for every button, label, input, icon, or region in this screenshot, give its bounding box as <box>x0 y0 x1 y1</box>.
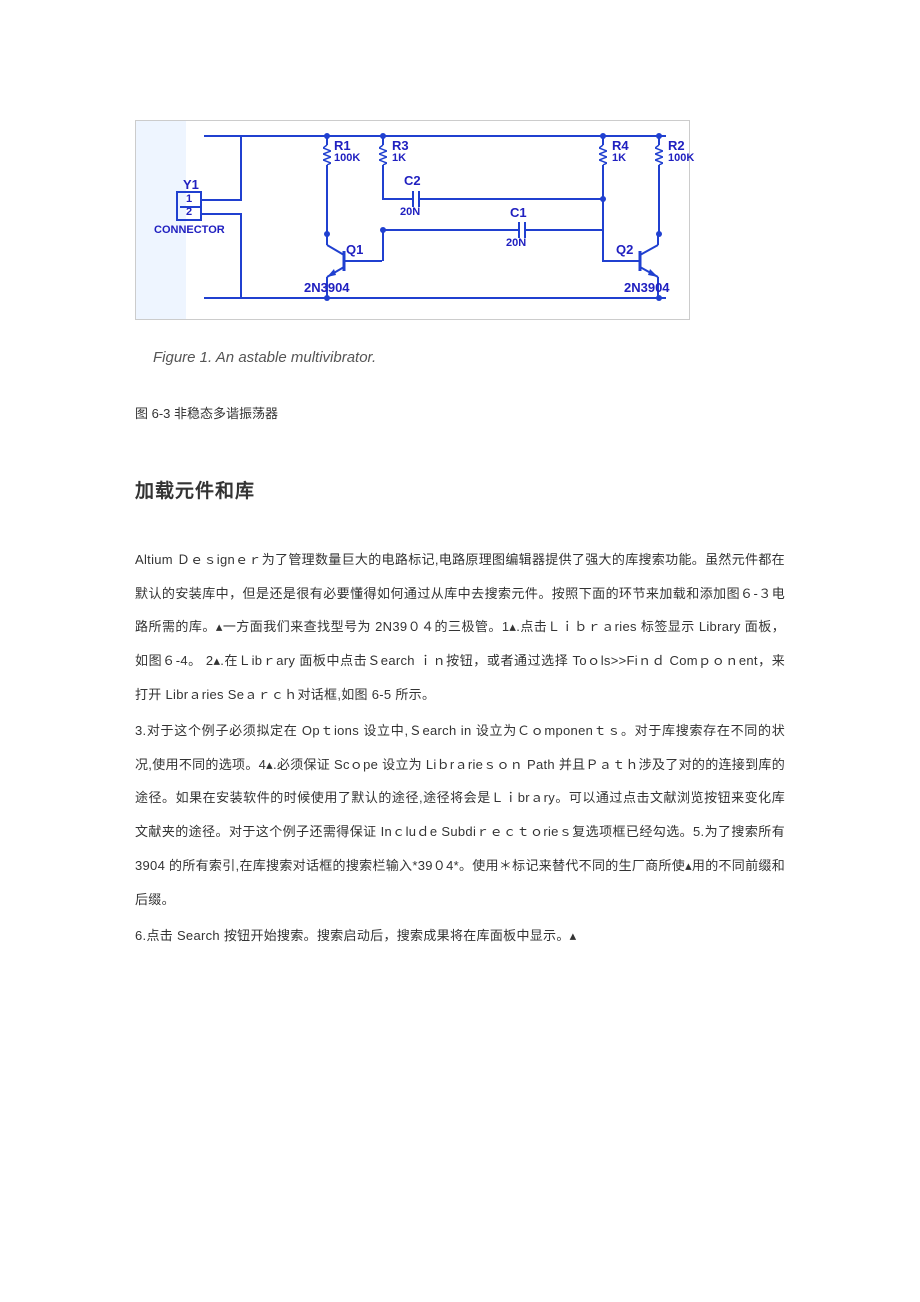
c1-name: C1 <box>510 206 527 219</box>
r4-symbol <box>599 145 607 165</box>
connector-pin2: 2 <box>186 207 192 218</box>
section-heading: 加载元件和库 <box>135 469 785 515</box>
paragraph-3: 6.点击 Search 按钮开始搜索。搜索启动后，搜索成果将在库面板中显示。▴ <box>135 919 785 953</box>
r1-symbol <box>323 145 331 165</box>
q2-value: 2N3904 <box>624 281 670 294</box>
connector-label: CONNECTOR <box>154 225 225 236</box>
r1-value: 100K <box>334 153 360 164</box>
q2-name: Q2 <box>616 243 633 256</box>
c2-value: 20N <box>400 207 420 218</box>
wire-bottom-rail <box>204 297 666 299</box>
connector-box: 1 2 <box>176 191 202 221</box>
r4-name: R4 <box>612 139 629 152</box>
figure-caption-english: Figure 1. An astable multivibrator. <box>135 340 785 376</box>
figure-caption-chinese: 图 6-3 非稳态多谐振荡器 <box>135 398 785 429</box>
r2-value: 100K <box>668 153 694 164</box>
r2-symbol <box>655 145 663 165</box>
r3-symbol <box>379 145 387 165</box>
paragraph-2: 3.对于这个例子必须拟定在 Opｔions 设立中,Ｓearch in 设立为Ｃ… <box>135 714 785 917</box>
wire-top-rail <box>204 135 666 137</box>
r2-name: R2 <box>668 139 685 152</box>
r4-value: 1K <box>612 153 626 164</box>
connector-name: Y1 <box>183 178 199 191</box>
r1-name: R1 <box>334 139 351 152</box>
q1-value: 2N3904 <box>304 281 350 294</box>
r3-value: 1K <box>392 153 406 164</box>
c1-value: 20N <box>506 238 526 249</box>
paragraph-1: Altium Ｄｅｓignｅｒ为了管理数量巨大的电路标记,电路原理图编辑器提供了… <box>135 543 785 712</box>
schematic-figure: Y1 1 2 CONNECTOR R1 100K R3 1K R4 1K R2 … <box>135 120 690 320</box>
connector-pin1: 1 <box>186 194 192 205</box>
c2-name: C2 <box>404 174 421 187</box>
r3-name: R3 <box>392 139 409 152</box>
q1-name: Q1 <box>346 243 363 256</box>
